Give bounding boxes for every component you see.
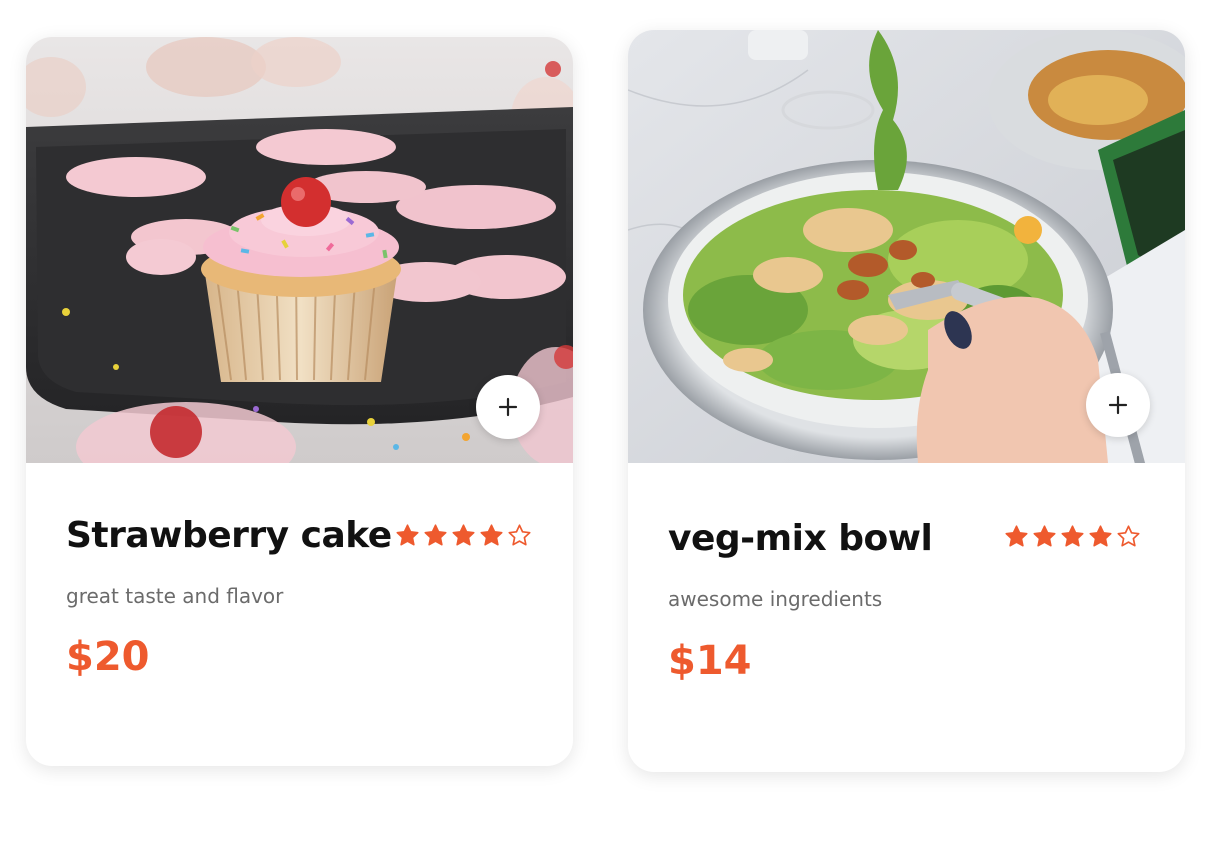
product-title: veg-mix bowl xyxy=(668,518,933,559)
star-filled-icon xyxy=(424,524,447,546)
add-to-cart-button[interactable] xyxy=(1086,373,1150,437)
product-description: great taste and flavor xyxy=(66,584,284,608)
star-filled-icon xyxy=(396,524,419,546)
product-card-strawberry-cake[interactable]: Strawberry cake great taste and flavor $… xyxy=(26,37,573,766)
star-filled-icon xyxy=(1033,525,1056,547)
product-title: Strawberry cake xyxy=(66,515,392,556)
product-price: $14 xyxy=(668,638,752,684)
product-price: $20 xyxy=(66,634,150,680)
plus-icon xyxy=(1108,395,1128,415)
rating-stars xyxy=(395,523,532,548)
product-card-veg-mix-bowl[interactable]: veg-mix bowl awesome ingredients $14 xyxy=(628,30,1185,772)
add-to-cart-button[interactable] xyxy=(476,375,540,439)
star-filled-icon xyxy=(452,524,475,546)
product-description: awesome ingredients xyxy=(668,587,883,611)
star-filled-icon xyxy=(480,524,503,546)
star-filled-icon xyxy=(1061,525,1084,547)
star-outline-icon xyxy=(508,524,531,546)
rating-stars xyxy=(1004,524,1141,549)
star-filled-icon xyxy=(1089,525,1112,547)
star-filled-icon xyxy=(1005,525,1028,547)
plus-icon xyxy=(498,397,518,417)
star-outline-icon xyxy=(1117,525,1140,547)
